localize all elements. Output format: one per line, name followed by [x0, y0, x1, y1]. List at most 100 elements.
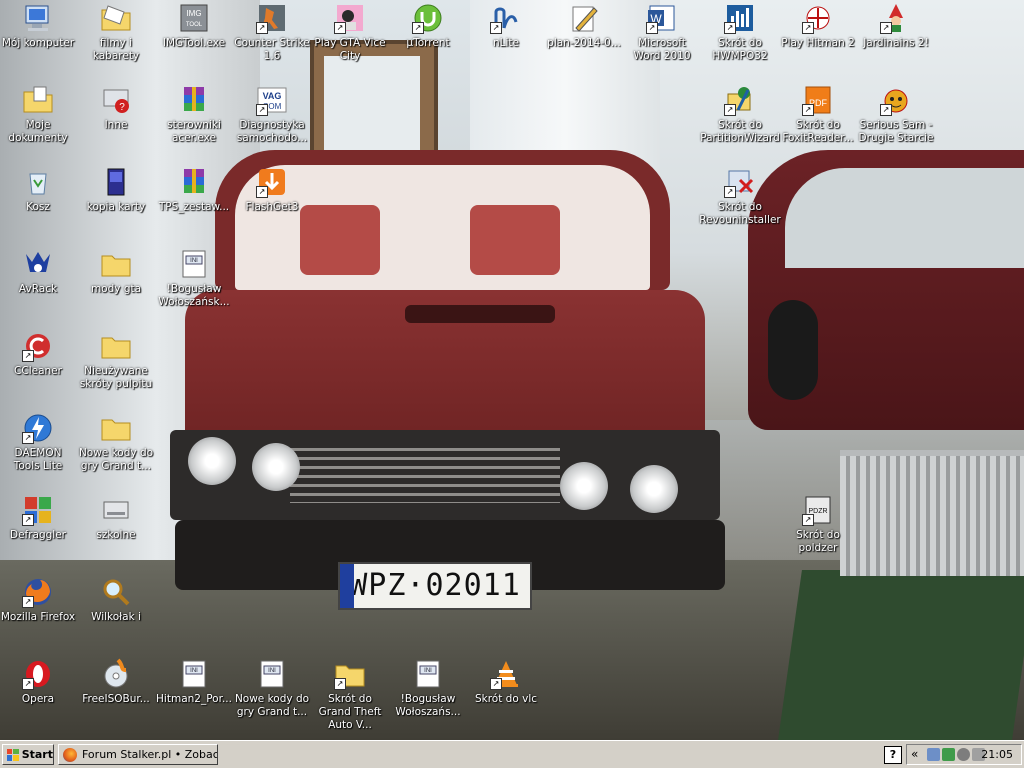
desktop-icon-label: FlashGet3 — [245, 201, 299, 213]
desktop-icon[interactable]: filmy i kabarety — [78, 2, 154, 63]
vag-com-icon: VAG COM ↗ — [256, 84, 288, 116]
desktop-icon-label: Mój komputer — [1, 37, 75, 49]
desktop-icon[interactable]: Moje dokumenty — [0, 84, 76, 145]
desktop-icon[interactable]: ↗ FlashGet3 — [234, 166, 310, 214]
shortcut-arrow-icon: ↗ — [880, 104, 892, 116]
desktop-icon[interactable]: ↗ µTorrent — [390, 2, 466, 50]
volume-icon[interactable] — [957, 748, 970, 761]
desktop-icon[interactable]: PDF ↗ Skrót do FoxitReader... — [780, 84, 856, 145]
desktop-icon-label: Play GTA Vice City — [314, 37, 386, 62]
shortcut-arrow-icon: ↗ — [646, 22, 658, 34]
desktop-icon-label: mody gta — [90, 283, 142, 295]
desktop-icon[interactable]: IMG TOOL IMGTool.exe — [156, 2, 232, 50]
desktop-icon[interactable]: ↗ Play Hitman 2 — [780, 2, 856, 50]
desktop-icon-label: Skrót do vlc — [474, 693, 538, 705]
tray-expand-icon[interactable]: « — [911, 747, 918, 761]
desktop-icon[interactable]: INI !Bogusław Wołoszańsk... — [156, 248, 232, 309]
desktop-icon-label: Moje dokumenty — [8, 119, 68, 144]
firefox-icon — [63, 747, 77, 762]
folder-icon — [100, 412, 132, 444]
desktop-icon-label: Skrót do poldzer — [796, 529, 840, 554]
desktop-icon[interactable]: ? Inne — [78, 84, 154, 132]
desktop-icon[interactable]: ↗ DAEMON Tools Lite — [0, 412, 76, 473]
wifi-signal-icon[interactable] — [942, 748, 955, 761]
hwmonitor-icon: ↗ — [724, 2, 756, 34]
desktop-icon-label: kopia karty — [86, 201, 146, 213]
desktop-icon[interactable]: ↗ Serious Sam - Drugie Starcie — [858, 84, 934, 145]
desktop-icon[interactable]: ↗ nLite — [468, 2, 544, 50]
taskbar-item-label: Forum Stalker.pl • Zobac... — [82, 748, 218, 761]
archive-icon — [178, 166, 210, 198]
desktop-icon[interactable]: plan-2014-0... — [546, 2, 622, 50]
clock[interactable]: 21:05 — [981, 748, 1013, 761]
desktop-icon[interactable]: ↗ Play GTA Vice City — [312, 2, 388, 63]
ini-file-icon: INI — [256, 658, 288, 690]
poldzer-icon: PDZR ↗ — [802, 494, 834, 526]
desktop-icon[interactable]: ↗ Skrót do Grand Theft Auto V... — [312, 658, 388, 732]
shortcut-arrow-icon: ↗ — [880, 22, 892, 34]
folder-icon — [100, 330, 132, 362]
desktop-icon[interactable]: ↗ Skrót do Revouninstaller — [699, 166, 781, 227]
desktop-icon[interactable]: INI Nowe kody do gry Grand t... — [234, 658, 310, 719]
desktop-icon[interactable]: kopia karty — [78, 166, 154, 214]
network-icon[interactable] — [927, 748, 940, 761]
desktop-icon-label: Skrót do FoxitReader... — [782, 119, 854, 144]
desktop-icon[interactable]: ↗ Jardinains 2! — [858, 2, 934, 50]
desktop-icon-label: Hitman2_Por... — [156, 693, 232, 705]
desktop-icon[interactable]: ↗ CCleaner — [0, 330, 76, 378]
desktop-icon[interactable]: Nowe kody do gry Grand t... — [78, 412, 154, 473]
recycle-bin-icon — [22, 166, 54, 198]
start-label: Start — [21, 748, 53, 761]
desktop-icon[interactable]: AvRack — [0, 248, 76, 296]
counter-strike-icon: ↗ — [256, 2, 288, 34]
desktop-icon[interactable]: ↗ Skrót do vlc — [468, 658, 544, 706]
desktop-icon-label: !Bogusław Wołoszańs... — [395, 693, 461, 718]
desktop-icon[interactable]: ↗ Opera — [0, 658, 76, 706]
desktop-icon[interactable]: ↗ Skrót do PartitionWizard — [700, 84, 780, 145]
desktop-icon[interactable]: Mój komputer — [0, 2, 76, 50]
shortcut-arrow-icon: ↗ — [334, 678, 346, 690]
daemon-tools-icon: ↗ — [22, 412, 54, 444]
shortcut-arrow-icon: ↗ — [490, 22, 502, 34]
desktop-icon-label: plan-2014-0... — [547, 37, 621, 49]
start-button[interactable]: Start — [2, 744, 54, 765]
desktop-icon[interactable]: TPS_zestaw... — [156, 166, 232, 214]
svg-text:INI: INI — [268, 668, 276, 674]
desktop-icon-label: AvRack — [18, 283, 58, 295]
desktop-icon-label: Skrót do Revouninstaller — [699, 201, 781, 226]
folder-icon — [100, 248, 132, 280]
shortcut-arrow-icon: ↗ — [22, 350, 34, 362]
ini-file-icon: INI — [178, 248, 210, 280]
desktop-icon[interactable]: Wilkołak i — [78, 576, 154, 624]
flashget-icon: ↗ — [256, 166, 288, 198]
desktop-icon[interactable]: VAG COM ↗ Diagnostyka samochodo... — [234, 84, 310, 145]
desktop-icon-label: Counter Strike 1.6 — [234, 37, 310, 62]
desktop-icon[interactable]: Nieużywane skróty pulpitu — [78, 330, 154, 391]
taskbar-item-firefox[interactable]: Forum Stalker.pl • Zobac... — [58, 744, 218, 765]
nlite-icon: ↗ — [490, 2, 522, 34]
desktop-icon[interactable]: FreeISOBur... — [78, 658, 154, 706]
revo-uninstaller-icon: ↗ — [724, 166, 756, 198]
desktop-icon[interactable]: sterowniki acer.exe — [156, 84, 232, 145]
desktop-icon[interactable]: INI !Bogusław Wołoszańs... — [390, 658, 466, 719]
help-icon[interactable]: ? — [884, 746, 902, 764]
imgtool-icon: IMG TOOL — [178, 2, 210, 34]
hitman-icon: ↗ — [802, 2, 834, 34]
desktop-icon[interactable]: PDZR ↗ Skrót do poldzer — [780, 494, 856, 555]
shortcut-arrow-icon: ↗ — [256, 22, 268, 34]
desktop-icon[interactable]: INI Hitman2_Por... — [156, 658, 232, 706]
desktop-icon[interactable]: ↗ Counter Strike 1.6 — [234, 2, 310, 63]
desktop-icon[interactable]: W ↗ Microsoft Word 2010 — [624, 2, 700, 63]
desktop-icon[interactable]: ↗ Skrót do HWMPO32 — [702, 2, 778, 63]
desktop-icon[interactable]: szkolne — [78, 494, 154, 542]
system-tray: « 21:05 — [906, 744, 1022, 765]
desktop-icon[interactable]: ↗ Defraggler — [0, 494, 76, 542]
shortcut-arrow-icon: ↗ — [802, 22, 814, 34]
desktop-icon[interactable]: Kosz — [0, 166, 76, 214]
desktop-icon-label: Diagnostyka samochodo... — [236, 119, 308, 144]
shortcut-arrow-icon: ↗ — [22, 432, 34, 444]
desktop-icon[interactable]: ↗ Mozilla Firefox — [0, 576, 76, 624]
desktop-icon-label: Wilkołak i — [91, 611, 141, 623]
desktop-icon-label: CCleaner — [14, 365, 62, 377]
desktop-icon[interactable]: mody gta — [78, 248, 154, 296]
